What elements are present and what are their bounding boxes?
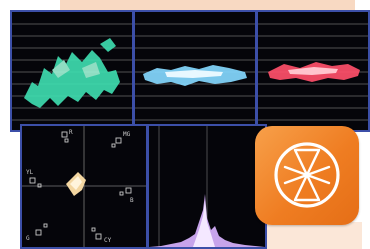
waveform-scope-red	[256, 10, 370, 132]
hourglass-app-icon[interactable]	[255, 126, 359, 225]
waveform-scope-green	[10, 10, 134, 132]
vector-target-label-cy: CY	[104, 237, 112, 244]
vector-target-label-g: G	[26, 235, 30, 242]
vectorscope-graphic	[22, 126, 146, 247]
waveform-blue-graphic	[135, 23, 255, 121]
waveform-green-graphic	[12, 23, 132, 121]
vector-target-label-mg: MG	[123, 131, 131, 138]
waveform-red-graphic	[258, 23, 368, 121]
hourglass-icon	[274, 142, 340, 208]
vector-target-label-b: B	[130, 197, 134, 204]
histogram-graphic	[149, 126, 265, 247]
waveform-scope-blue	[133, 10, 257, 132]
vector-target-label-yl: YL	[26, 169, 34, 176]
histogram-scope	[147, 124, 267, 249]
vectorscope: R MG YL B G CY	[20, 124, 148, 249]
vector-target-label-r: R	[69, 129, 73, 136]
peach-background-panel-lower	[262, 222, 362, 249]
